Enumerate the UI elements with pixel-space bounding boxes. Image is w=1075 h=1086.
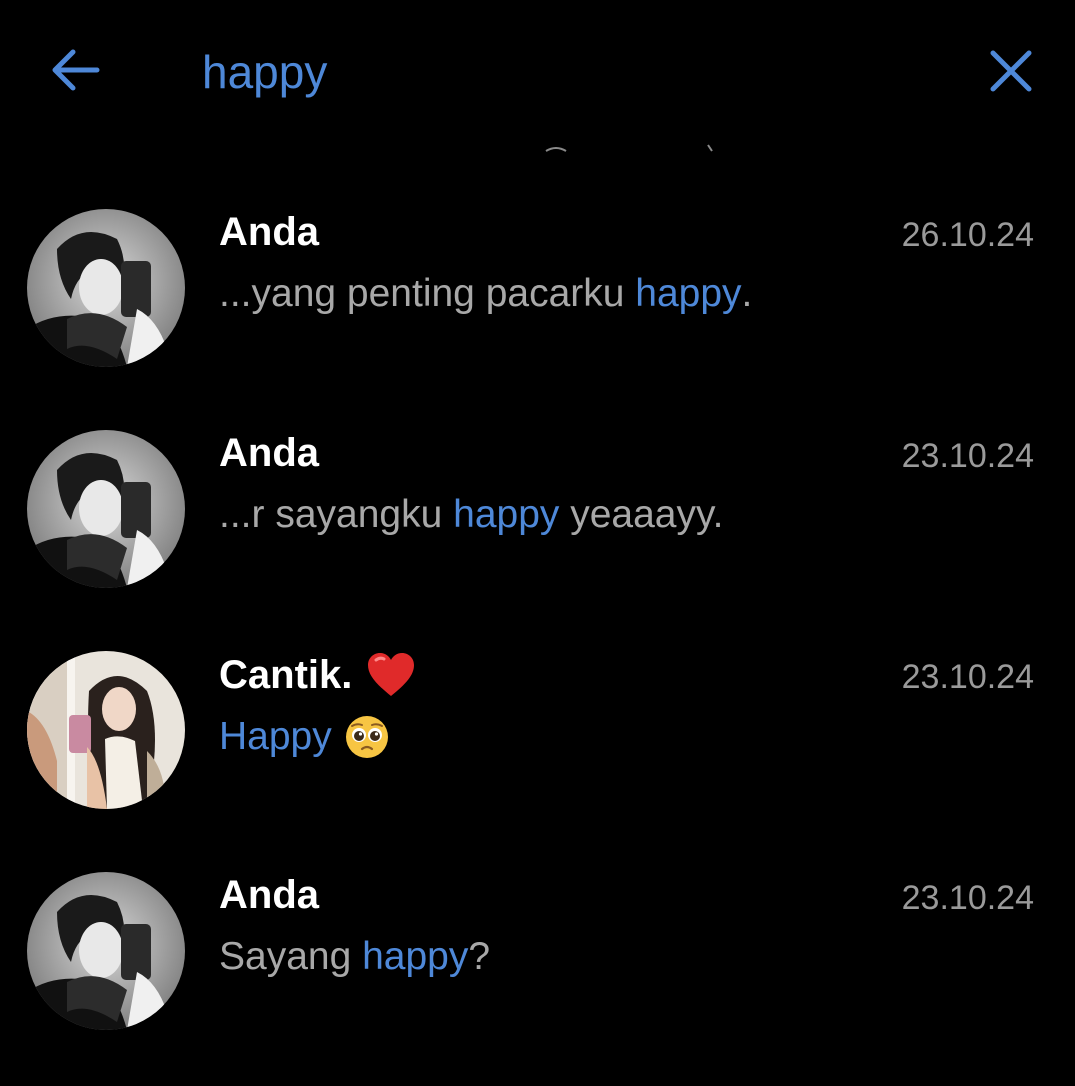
avatar [27, 430, 185, 588]
search-result-item[interactable]: Cantik. 23.10.24 Happy [0, 642, 1075, 863]
message-snippet: Happy [219, 714, 390, 760]
avatar [27, 651, 185, 809]
contact-name: Cantik. [219, 652, 416, 698]
message-date: 26.10.24 [901, 216, 1034, 254]
contact-name: Anda [219, 210, 319, 254]
message-snippet: ...yang penting pacarku happy. [219, 272, 753, 315]
contact-name: Anda [219, 431, 319, 475]
search-result-item[interactable]: Anda 26.10.24 ...yang penting pacarku ha… [0, 200, 1075, 421]
message-snippet: Sayang happy? [219, 935, 491, 978]
search-results-list: Anda 26.10.24 ...yang penting pacarku ha… [0, 200, 1075, 1084]
contact-name: Anda [219, 873, 319, 917]
message-date: 23.10.24 [901, 437, 1034, 475]
arrow-left-icon [52, 49, 100, 91]
search-result-item[interactable]: Anda 23.10.24 Sayang happy? [0, 863, 1075, 1084]
avatar [27, 872, 185, 1030]
avatar [27, 209, 185, 367]
message-snippet: ...r sayangku happy yeaaayy. [219, 493, 724, 536]
message-date: 23.10.24 [901, 658, 1034, 696]
search-match: happy [453, 493, 560, 536]
search-match: happy [362, 935, 469, 978]
message-date: 23.10.24 [901, 879, 1034, 917]
search-match: happy [635, 272, 742, 315]
search-result-item[interactable]: Anda 23.10.24 ...r sayangku happy yeaaay… [0, 421, 1075, 642]
search-match: Happy [219, 715, 332, 758]
scrolled-content-edge [0, 140, 1075, 152]
clear-search-button[interactable] [978, 38, 1044, 104]
back-button[interactable] [40, 38, 110, 102]
search-input[interactable] [202, 40, 902, 104]
close-icon [990, 50, 1032, 92]
search-header [0, 0, 1075, 140]
pleading-face-icon [345, 716, 388, 758]
red-heart-icon [368, 653, 415, 696]
